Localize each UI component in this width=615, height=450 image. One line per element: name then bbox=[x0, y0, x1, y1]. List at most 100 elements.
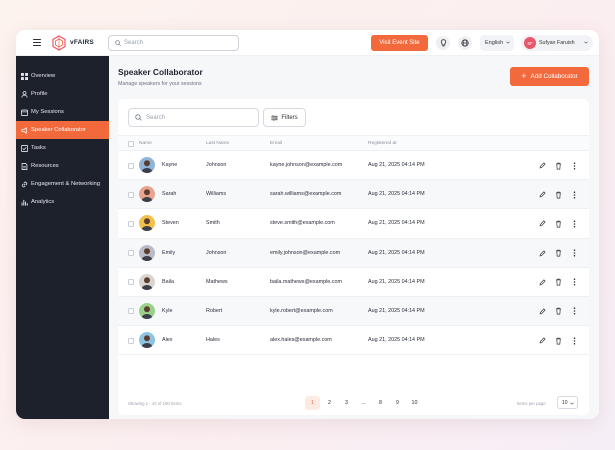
more-vertical-icon[interactable] bbox=[570, 307, 579, 316]
more-vertical-icon[interactable] bbox=[570, 336, 579, 345]
row-checkbox[interactable] bbox=[128, 308, 134, 315]
avatar bbox=[139, 332, 155, 349]
add-collaborator-button[interactable]: + Add Collaborator bbox=[510, 67, 589, 86]
page-subtitle: Manage speakers for your sessions bbox=[118, 81, 202, 87]
edit-icon[interactable] bbox=[538, 190, 547, 199]
sidebar-item-overview[interactable]: Overview bbox=[16, 67, 109, 85]
filters-label: Filters bbox=[281, 114, 298, 121]
pagination: 1 2 3... 8 9 10 bbox=[305, 396, 424, 410]
sidebar-item-my-sessions[interactable]: My Sessions bbox=[16, 103, 109, 121]
trash-icon[interactable] bbox=[554, 219, 563, 228]
edit-icon[interactable] bbox=[538, 278, 547, 287]
visit-event-site-button[interactable]: Visit Event Site bbox=[371, 35, 428, 51]
row-checkbox[interactable] bbox=[128, 162, 134, 169]
avatar bbox=[139, 273, 155, 290]
sidebar-item-tasks[interactable]: Tasks bbox=[16, 139, 109, 157]
user-icon bbox=[20, 90, 28, 98]
more-vertical-icon[interactable] bbox=[570, 278, 579, 287]
more-vertical-icon[interactable] bbox=[570, 190, 579, 199]
cell-registered-at: Aug 21, 2025 04:14 PM bbox=[368, 220, 425, 227]
row-checkbox[interactable] bbox=[128, 250, 134, 257]
sidebar-item-analytics[interactable]: Analytics bbox=[16, 193, 109, 211]
table-row[interactable]: Baila Mathews baila.mathews@example.com Aug… bbox=[118, 268, 589, 297]
edit-icon[interactable] bbox=[538, 161, 547, 170]
trash-icon[interactable] bbox=[554, 249, 563, 258]
more-vertical-icon[interactable] bbox=[570, 219, 579, 228]
table-row[interactable]: Kayne Johnson kayne.johnson@example.com Aug… bbox=[118, 151, 589, 181]
top-bar: vFAIRS Search Visit Event Site English S… bbox=[16, 30, 599, 56]
row-checkbox[interactable] bbox=[128, 220, 134, 227]
sidebar-item-engagement-networking[interactable]: Engagement & Networking bbox=[16, 175, 109, 193]
global-search-input[interactable]: Search bbox=[108, 35, 239, 51]
cell-first-name: Kyle bbox=[162, 307, 173, 314]
select-all-checkbox[interactable] bbox=[128, 141, 134, 147]
cell-email: steve.smith@example.com bbox=[270, 220, 335, 227]
more-vertical-icon[interactable] bbox=[570, 249, 579, 258]
cell-registered-at: Aug 21, 2025 04:14 PM bbox=[368, 162, 425, 168]
trash-icon[interactable] bbox=[554, 336, 563, 345]
column-header-registered-at: Registered at bbox=[368, 141, 397, 146]
table-row[interactable]: Alex Hales alex.hales@example.com Aug 21, 2… bbox=[118, 326, 589, 356]
globe-button[interactable] bbox=[458, 36, 472, 50]
menu-icon[interactable] bbox=[33, 39, 41, 47]
trash-icon[interactable] bbox=[554, 190, 563, 199]
cell-last-name: Mathews bbox=[206, 278, 228, 285]
cell-email: alex.hales@example.com bbox=[270, 337, 332, 344]
globe-icon bbox=[461, 39, 469, 47]
page-button-10[interactable]: 10 bbox=[407, 396, 422, 410]
avatar bbox=[139, 215, 155, 232]
page-button-1[interactable]: 1 bbox=[305, 396, 320, 410]
filters-button[interactable]: Filters bbox=[263, 108, 306, 127]
page-button-2[interactable]: 2 bbox=[322, 396, 337, 410]
trash-icon[interactable] bbox=[554, 161, 563, 170]
table-row[interactable]: Emily Johnson emily.johnson@example.com Aug… bbox=[118, 238, 589, 268]
cell-last-name: Williams bbox=[206, 191, 227, 198]
cell-first-name: Kayne bbox=[162, 162, 178, 168]
language-select[interactable]: English bbox=[480, 35, 514, 51]
edit-icon[interactable] bbox=[538, 336, 547, 345]
table-row[interactable]: Sarah Williams sarah.williams@example.com A… bbox=[118, 180, 589, 210]
edit-icon[interactable] bbox=[538, 249, 547, 258]
items-per-page-value: 10 bbox=[562, 399, 568, 406]
sidebar-item-profile[interactable]: Profile bbox=[16, 85, 109, 103]
main-content: Speaker Collaborator Manage speakers for… bbox=[109, 56, 599, 419]
edit-icon[interactable] bbox=[538, 219, 547, 228]
edit-icon[interactable] bbox=[538, 307, 547, 316]
column-header-last-name: Last Name bbox=[206, 141, 230, 146]
avatar bbox=[139, 186, 155, 203]
lightbulb-icon bbox=[440, 39, 446, 47]
user-name: Sufyan Faruish bbox=[539, 40, 575, 46]
items-per-page-select[interactable]: 10 bbox=[557, 396, 578, 409]
page-button-9[interactable]: 9 bbox=[390, 396, 405, 410]
row-checkbox[interactable] bbox=[128, 337, 134, 344]
cell-email: kyle.robert@example.com bbox=[270, 307, 333, 314]
table-search-placeholder: Search bbox=[146, 114, 166, 121]
sidebar-item-resources[interactable]: Resources bbox=[16, 157, 109, 175]
user-menu[interactable]: SF Sufyan Faruish bbox=[521, 35, 593, 51]
table-search-input[interactable]: Search bbox=[128, 108, 259, 127]
cell-last-name: Smith bbox=[206, 220, 220, 227]
table-row[interactable]: Steven Smith steve.smith@example.com Aug 21… bbox=[118, 209, 589, 239]
page-button-8[interactable]: 8 bbox=[373, 396, 388, 410]
cell-first-name: Alex bbox=[162, 337, 173, 344]
add-collaborator-label: Add Collaborator bbox=[530, 73, 578, 80]
row-checkbox[interactable] bbox=[128, 279, 134, 286]
more-vertical-icon[interactable] bbox=[570, 161, 579, 170]
sidebar-item-speaker-collaborator[interactable]: Speaker Collaborator bbox=[16, 121, 109, 139]
bar-chart-icon bbox=[20, 198, 28, 206]
cell-first-name: Emily bbox=[162, 249, 176, 256]
table-row[interactable]: Kyle Robert kyle.robert@example.com Aug 21,… bbox=[118, 296, 589, 327]
cell-last-name: Hales bbox=[206, 337, 220, 344]
page-button-3[interactable]: 3 bbox=[339, 396, 354, 410]
pagination-ellipsis: ... bbox=[361, 400, 366, 406]
trash-icon[interactable] bbox=[554, 307, 563, 316]
items-per-page-label: Items per page bbox=[517, 401, 546, 406]
chevron-down-icon bbox=[570, 402, 574, 405]
trash-icon[interactable] bbox=[554, 278, 563, 287]
avatar bbox=[139, 302, 155, 319]
search-icon bbox=[135, 114, 142, 121]
plus-icon: + bbox=[521, 71, 527, 81]
link-icon bbox=[20, 180, 28, 188]
row-checkbox[interactable] bbox=[128, 191, 134, 198]
lightbulb-button[interactable] bbox=[436, 36, 450, 50]
